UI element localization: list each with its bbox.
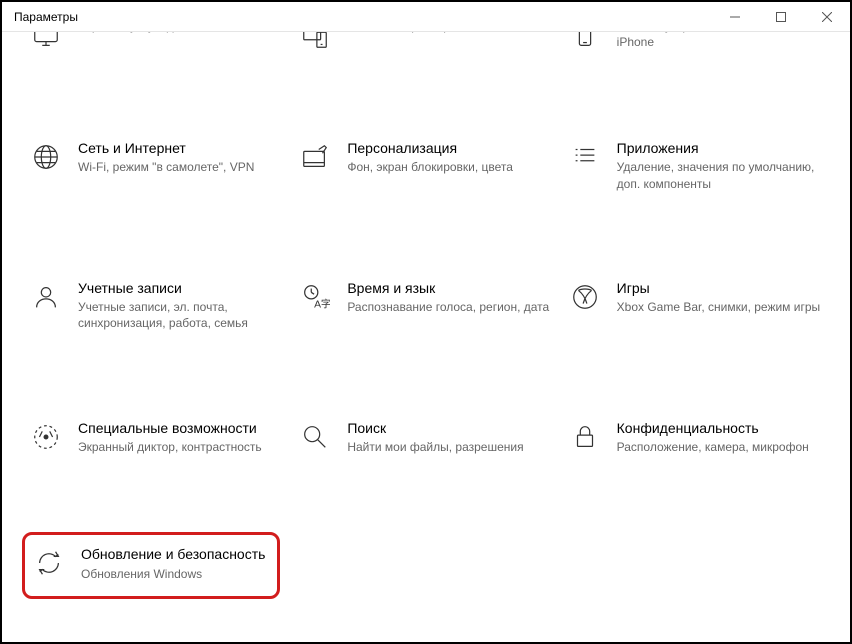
tile-title: Приложения (617, 139, 822, 157)
tile-title: Обновление и безопасность (81, 545, 265, 563)
tile-title: Время и язык (347, 279, 552, 297)
tile-title: Специальные возможности (78, 419, 283, 437)
titlebar: Параметры (2, 2, 850, 32)
tile-desc: Экранный диктор, контрастность (78, 439, 283, 455)
phone-icon (569, 32, 601, 52)
person-icon (30, 281, 62, 313)
tile-network[interactable]: Сеть и Интернет Wi-Fi, режим "в самолете… (26, 133, 287, 229)
tile-desc: Bluetooth, принтеры, мышь (347, 32, 552, 34)
tile-devices[interactable]: Устройства Bluetooth, принтеры, мышь (295, 32, 556, 89)
tile-title: Поиск (347, 419, 552, 437)
tile-ease-of-access[interactable]: Специальные возможности Экранный диктор,… (26, 413, 287, 493)
tile-title: Учетные записи (78, 279, 283, 297)
lock-icon (569, 421, 601, 453)
tile-privacy[interactable]: Конфиденциальность Расположение, камера,… (565, 413, 826, 493)
svg-text:A字: A字 (314, 297, 330, 310)
tile-gaming[interactable]: Игры Xbox Game Bar, снимки, режим игры (565, 273, 826, 369)
tile-desc: Распознавание голоса, регион, дата (347, 299, 552, 315)
settings-grid: Система Экран, звук, уведомления, питани… (2, 32, 850, 642)
tile-update-security[interactable]: Обновление и безопасность Обновления Win… (26, 536, 287, 622)
tile-personalize[interactable]: Персонализация Фон, экран блокировки, цв… (295, 133, 556, 229)
tile-desc: Экран, звук, уведомления, питание (78, 32, 283, 34)
tile-desc: Xbox Game Bar, снимки, режим игры (617, 299, 822, 315)
tile-title: Сеть и Интернет (78, 139, 283, 157)
xbox-icon (569, 281, 601, 313)
tile-desc: Связать устройство с Android, iPhone (617, 32, 822, 50)
maximize-button[interactable] (758, 2, 804, 32)
globe-icon (30, 141, 62, 173)
tile-title: Персонализация (347, 139, 552, 157)
devices-icon (299, 32, 331, 52)
update-icon (33, 547, 65, 579)
tile-desc: Найти мои файлы, разрешения (347, 439, 552, 455)
tile-phone[interactable]: Телефон Связать устройство с Android, iP… (565, 32, 826, 89)
window-title: Параметры (14, 10, 78, 24)
search-icon (299, 421, 331, 453)
tile-desc: Wi-Fi, режим "в самолете", VPN (78, 159, 283, 175)
tile-desc: Фон, экран блокировки, цвета (347, 159, 552, 175)
apps-icon (569, 141, 601, 173)
tile-system[interactable]: Система Экран, звук, уведомления, питани… (26, 32, 287, 89)
ease-of-access-icon (30, 421, 62, 453)
paint-icon (299, 141, 331, 173)
tile-desc: Расположение, камера, микрофон (617, 439, 822, 455)
time-language-icon: A字 (299, 281, 331, 313)
close-button[interactable] (804, 2, 850, 32)
minimize-button[interactable] (712, 2, 758, 32)
tile-title: Конфиденциальность (617, 419, 822, 437)
tile-title: Игры (617, 279, 822, 297)
tile-accounts[interactable]: Учетные записи Учетные записи, эл. почта… (26, 273, 287, 369)
system-icon (30, 32, 62, 52)
tile-desc: Удаление, значения по умолчанию, доп. ко… (617, 159, 822, 191)
window-controls (712, 2, 850, 32)
highlight-frame: Обновление и безопасность Обновления Win… (22, 532, 280, 598)
tile-apps[interactable]: Приложения Удаление, значения по умолчан… (565, 133, 826, 229)
tile-desc: Обновления Windows (81, 566, 265, 582)
tile-desc: Учетные записи, эл. почта, синхронизация… (78, 299, 283, 331)
tile-search[interactable]: Поиск Найти мои файлы, разрешения (295, 413, 556, 493)
tile-timelang[interactable]: A字 Время и язык Распознавание голоса, ре… (295, 273, 556, 369)
